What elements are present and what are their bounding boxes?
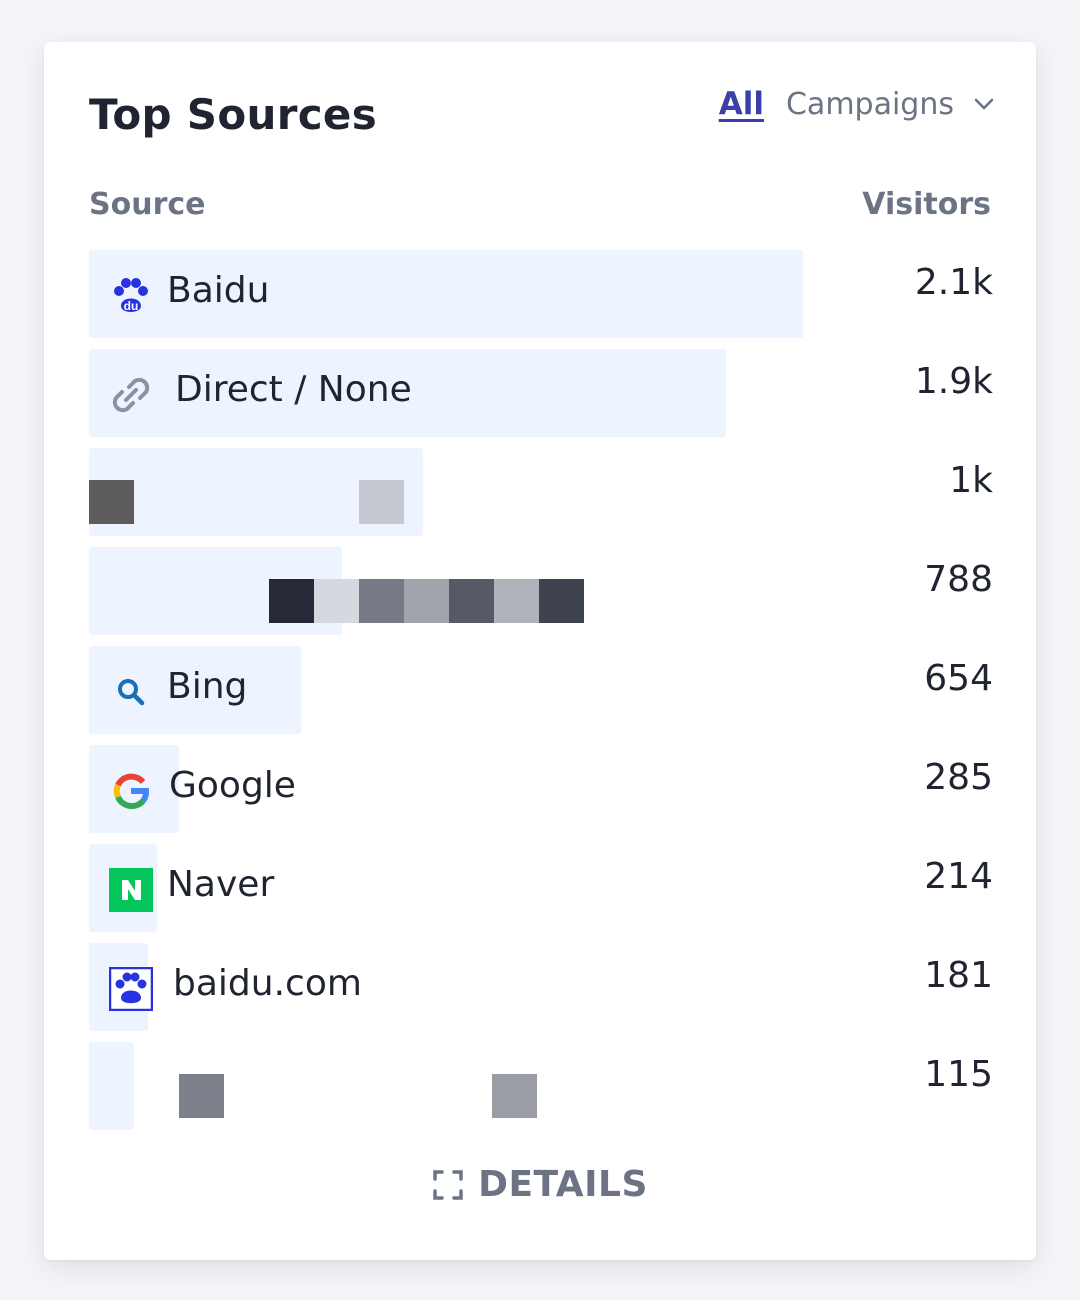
column-header-visitors: Visitors [862, 187, 991, 222]
chevron-down-icon [974, 98, 994, 110]
search-icon [109, 670, 153, 714]
redacted-source-label [179, 1074, 537, 1118]
visitor-count: 1.9k [914, 361, 993, 402]
source-row-redacted-3[interactable]: 115 [89, 1042, 993, 1130]
visitor-count: 788 [924, 559, 993, 600]
svg-text:du: du [124, 299, 139, 313]
source-row-bing[interactable]: Bing 654 [89, 646, 993, 734]
source-label: Direct / None [175, 369, 412, 410]
source-row-google[interactable]: Google 285 [89, 745, 993, 833]
tab-all[interactable]: All [719, 86, 764, 122]
tab-campaigns-label: Campaigns [785, 86, 954, 122]
tab-campaigns[interactable]: Campaigns [786, 87, 996, 122]
card-title: Top Sources [89, 90, 378, 139]
visitor-count: 115 [924, 1054, 993, 1095]
visitor-count: 214 [924, 856, 993, 897]
source-row-redacted-2[interactable]: 788 [89, 547, 993, 635]
column-header-source: Source [89, 187, 206, 222]
details-label: DETAILS [478, 1164, 648, 1205]
baidu-paw-icon [109, 967, 153, 1011]
source-label: Google [169, 765, 296, 806]
baidu-paw-icon: du [109, 274, 153, 318]
source-row-baidu-com[interactable]: baidu.com 181 [89, 943, 993, 1031]
visitor-count: 285 [924, 757, 993, 798]
source-row-baidu[interactable]: du Baidu 2.1k [89, 250, 993, 338]
visitor-count: 654 [924, 658, 993, 699]
source-row-naver[interactable]: Naver 214 [89, 844, 993, 932]
source-row-redacted-1[interactable]: 1k [89, 448, 993, 536]
source-label: Naver [167, 864, 275, 905]
source-label: baidu.com [173, 963, 362, 1004]
source-label: Baidu [167, 270, 270, 311]
link-icon [109, 373, 153, 417]
source-tabs: All Campaigns [719, 86, 996, 122]
source-label: Bing [167, 666, 248, 707]
redacted-source-label [269, 579, 584, 623]
top-sources-card: Top Sources All Campaigns Source Visitor… [44, 42, 1036, 1260]
details-button[interactable]: DETAILS [44, 1164, 1036, 1205]
redacted-source-label [89, 480, 404, 524]
visitor-count: 1k [949, 460, 993, 501]
visitor-count: 2.1k [914, 262, 993, 303]
expand-icon [433, 1169, 463, 1200]
naver-icon [109, 868, 153, 912]
source-row-direct[interactable]: Direct / None 1.9k [89, 349, 993, 437]
google-icon [109, 769, 153, 813]
visitor-count: 181 [924, 955, 993, 996]
visitor-share-bar [89, 1042, 135, 1130]
